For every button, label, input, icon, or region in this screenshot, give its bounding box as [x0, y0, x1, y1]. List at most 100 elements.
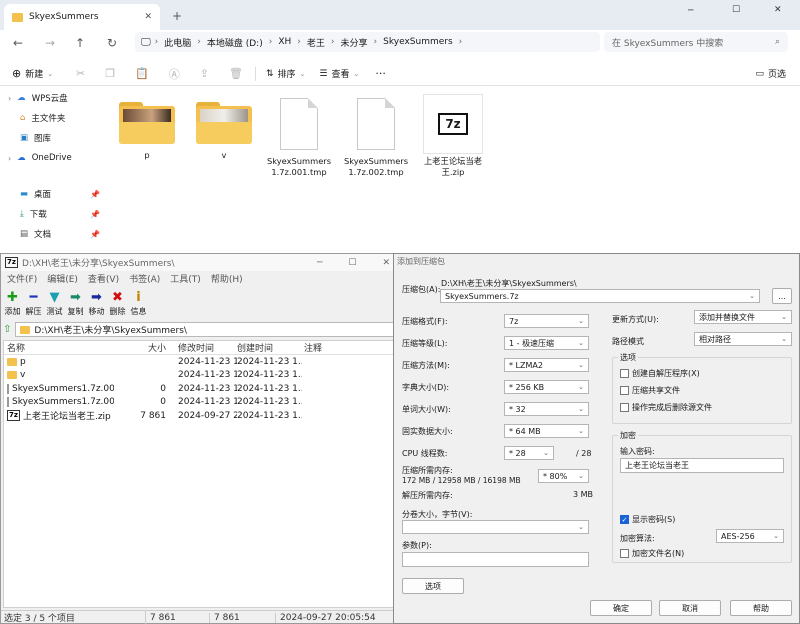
search-input[interactable]: 在 SkyexSummers 中搜索 ⌕ [604, 32, 788, 52]
rename-icon[interactable]: Ⓐ [169, 66, 180, 82]
sort-button[interactable]: ⇅ 排序 ⌄ [266, 67, 305, 81]
menu-file[interactable]: 文件(F) [7, 272, 37, 285]
breadcrumb-item[interactable]: 未分享 [335, 36, 374, 49]
delete-icon[interactable]: 🗑 [229, 67, 243, 80]
col-header-size[interactable]: 大小 [114, 341, 172, 354]
view-button[interactable]: ☰ 查看 ⌄ [319, 67, 359, 81]
new-tab-icon[interactable]: + [172, 9, 182, 23]
menu-edit[interactable]: 编辑(E) [47, 272, 78, 285]
details-pane-button[interactable]: ▭ 页选 [755, 67, 786, 81]
back-icon[interactable]: ← [8, 33, 28, 53]
sidebar-item-home[interactable]: ⌂ 主文件夹 [0, 108, 108, 128]
sidebar-item-onedrive[interactable]: › ☁ OneDrive [0, 148, 108, 168]
archive-name-combo[interactable]: SkyexSummers.7z ⌄ [440, 289, 760, 303]
col-header-comment[interactable]: 注释 [302, 341, 362, 354]
breadcrumb[interactable]: 🖵 › 此电脑 › 本地磁盘 (D:) › XH › 老王 › 未分享 › Sk… [135, 32, 600, 52]
word-select[interactable]: * 32 ⌄ [504, 402, 589, 416]
threads-select[interactable]: * 28 ⌄ [504, 446, 554, 460]
paste-icon[interactable]: 📋 [135, 67, 149, 80]
share-icon[interactable]: ⇪ [200, 67, 209, 80]
close-icon[interactable]: ✕ [382, 258, 390, 268]
col-header-created[interactable]: 创建时间 [237, 341, 302, 354]
sidebar-item-documents[interactable]: ▤ 文档 📌 [0, 224, 108, 244]
fm-file-list[interactable]: 名称 大小 修改时间 创建时间 注释 p2024-11-23 1...2024-… [3, 340, 395, 608]
password-input[interactable]: 上老王论坛当老王 [620, 458, 784, 473]
pin-icon[interactable]: 📌 [90, 190, 100, 199]
table-row[interactable]: SkyexSummers1.7z.00... 0 2024-11-23 1...20… [4, 396, 394, 410]
file-item-folder-v[interactable]: v [189, 100, 259, 161]
maximize-icon[interactable]: ☐ [732, 5, 740, 15]
toolbar-button-4[interactable]: ➡ 移动 [86, 290, 107, 317]
file-item-zip[interactable]: 7z 上老王论坛当老 王.zip [418, 94, 488, 178]
toolbar-button-3[interactable]: ➡ 复制 [65, 290, 86, 317]
table-row[interactable]: v 2024-11-23 1...2024-11-23 1... [4, 369, 394, 383]
col-header-name[interactable]: 名称 [4, 341, 114, 354]
sidebar-item-desktop[interactable]: ▬ 桌面 📌 [0, 184, 108, 204]
menu-view[interactable]: 查看(V) [88, 272, 119, 285]
up-icon[interactable]: ↑ [70, 33, 90, 53]
maximize-icon[interactable]: ☐ [348, 258, 356, 268]
format-select[interactable]: 7z ⌄ [504, 314, 589, 328]
solid-select[interactable]: * 64 MB ⌄ [504, 424, 589, 438]
close-window-icon[interactable]: ✕ [774, 5, 782, 15]
encrypt-names-checkbox[interactable]: 加密文件名(N) [620, 548, 684, 559]
sfx-checkbox[interactable]: 创建自解压程序(X) [620, 368, 700, 379]
toolbar-button-0[interactable]: ✚ 添加 [2, 290, 23, 317]
cut-icon[interactable]: ✂ [76, 67, 85, 80]
menu-help[interactable]: 帮助(H) [211, 272, 243, 285]
breadcrumb-item[interactable]: SkyexSummers [377, 37, 459, 47]
options-button[interactable]: 选项 [402, 578, 464, 594]
toolbar-button-5[interactable]: ✖ 删除 [107, 290, 128, 317]
toolbar-button-2[interactable]: ▼ 测试 [44, 290, 65, 317]
gallery-icon: ▣ [20, 133, 29, 143]
toolbar-button-6[interactable]: i 信息 [128, 290, 149, 317]
file-item-tmp-2[interactable]: SkyexSummers 1.7z.002.tmp [341, 98, 411, 178]
breadcrumb-item[interactable]: 老王 [301, 36, 331, 49]
forward-icon[interactable]: → [40, 33, 60, 53]
minimize-icon[interactable]: ─ [688, 6, 693, 16]
sidebar-item-downloads[interactable]: ⤓ 下载 📌 [0, 204, 108, 224]
ok-button[interactable]: 确定 [590, 600, 652, 616]
close-tab-icon[interactable]: ✕ [144, 12, 152, 22]
table-row[interactable]: SkyexSummers1.7z.00... 0 2024-11-23 1...20… [4, 382, 394, 396]
sidebar-item-wps[interactable]: › ☁ WPS云盘 [0, 88, 108, 108]
tab-skyexsummers[interactable]: SkyexSummers ✕ [4, 4, 160, 30]
params-input[interactable] [402, 552, 589, 567]
dict-select[interactable]: * 256 KB ⌄ [504, 380, 589, 394]
help-button[interactable]: 帮助 [730, 600, 792, 616]
up-folder-icon[interactable]: ⇧ [3, 324, 11, 335]
fm-path-input[interactable]: D:\XH\老王\未分享\SkyexSummers\ [15, 322, 395, 337]
show-password-checkbox[interactable]: ✓ 显示密码(S) [620, 514, 675, 525]
more-icon[interactable]: ··· [375, 67, 386, 80]
path-mode-select[interactable]: 相对路径 ⌄ [694, 332, 792, 346]
copy-icon[interactable]: ❐ [105, 67, 115, 80]
table-row[interactable]: p 2024-11-23 1...2024-11-23 1... [4, 355, 394, 369]
col-header-modified[interactable]: 修改时间 [172, 341, 237, 354]
menu-tools[interactable]: 工具(T) [170, 272, 201, 285]
minimize-icon[interactable]: ─ [317, 258, 322, 268]
pin-icon[interactable]: 📌 [90, 230, 100, 239]
threads-row: CPU 线程数: * 28 ⌄ / 28 [402, 442, 592, 464]
menu-bookmarks[interactable]: 书签(A) [129, 272, 160, 285]
breadcrumb-item[interactable]: XH [272, 37, 297, 47]
delete-after-checkbox[interactable]: 操作完成后删除源文件 [620, 402, 712, 413]
sidebar-item-gallery[interactable]: ▣ 图库 [0, 128, 108, 148]
file-item-tmp-1[interactable]: SkyexSummers 1.7z.001.tmp [264, 98, 334, 178]
shared-checkbox[interactable]: 压缩共享文件 [620, 385, 680, 396]
browse-button[interactable]: ... [772, 288, 792, 304]
mem-percent-select[interactable]: * 80% ⌄ [538, 469, 589, 483]
pin-icon[interactable]: 📌 [90, 210, 100, 219]
split-combo[interactable]: ⌄ [402, 520, 589, 534]
file-item-folder-p[interactable]: p [112, 100, 182, 161]
refresh-icon[interactable]: ↻ [102, 33, 122, 53]
table-row[interactable]: 7z上老王论坛当老王.zip 7 861 2024-09-27 2...2024-1… [4, 409, 394, 423]
breadcrumb-item[interactable]: 此电脑 [158, 36, 197, 49]
method-select[interactable]: * LZMA2 ⌄ [504, 358, 589, 372]
update-select[interactable]: 添加并替换文件 ⌄ [694, 310, 792, 324]
enc-method-select[interactable]: AES-256 ⌄ [716, 529, 784, 543]
cancel-button[interactable]: 取消 [659, 600, 721, 616]
toolbar-button-1[interactable]: ━ 解压 [23, 290, 44, 317]
level-select[interactable]: 1 - 极速压缩 ⌄ [504, 336, 589, 350]
new-button[interactable]: ⊕ 新建 ⌄ [12, 67, 62, 80]
breadcrumb-item[interactable]: 本地磁盘 (D:) [201, 36, 269, 49]
